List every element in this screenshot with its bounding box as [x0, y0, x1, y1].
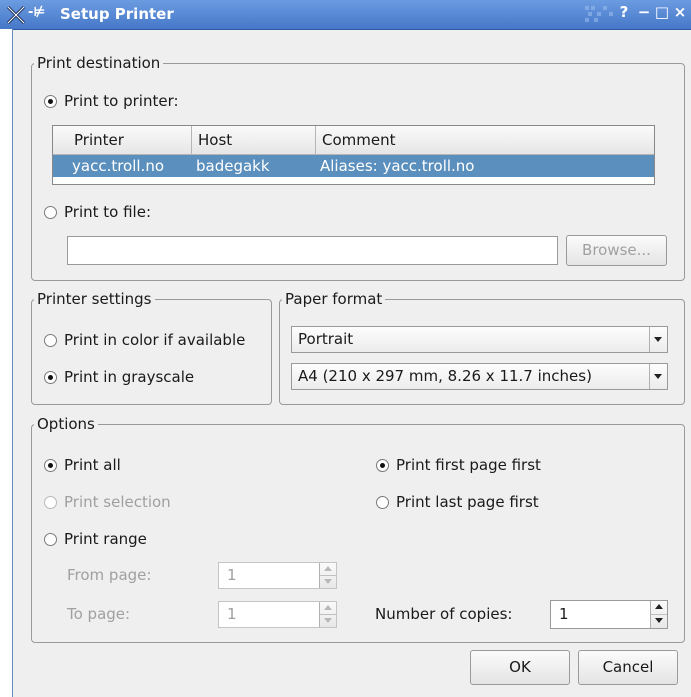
host-cell: badegakk — [196, 157, 270, 175]
print-range-option[interactable]: Print range — [44, 530, 147, 548]
print-grayscale-radio[interactable] — [44, 370, 57, 384]
maximize-button[interactable]: □ — [653, 3, 671, 21]
copies-value[interactable]: 1 — [559, 601, 569, 628]
comment-cell: Aliases: yacc.troll.no — [320, 157, 475, 175]
window-title: Setup Printer — [60, 5, 174, 23]
printer-table-header: Printer Host Comment — [53, 126, 654, 155]
print-range-label: Print range — [64, 530, 147, 548]
close-button[interactable]: × — [671, 3, 689, 21]
print-first-page-first-label: Print first page first — [396, 456, 541, 474]
paper-format-legend: Paper format — [282, 290, 386, 308]
print-to-printer-label: Print to printer: — [64, 92, 179, 110]
print-selection-label: Print selection — [64, 493, 171, 511]
printer-cell: yacc.troll.no — [72, 157, 165, 175]
print-grayscale-label: Print in grayscale — [64, 368, 195, 386]
chevron-down-icon[interactable] — [649, 327, 667, 352]
options-legend: Options — [34, 415, 98, 433]
print-range-radio[interactable] — [44, 532, 57, 546]
browse-button[interactable]: Browse... — [566, 235, 667, 266]
print-all-radio[interactable] — [44, 458, 57, 472]
print-grayscale-option[interactable]: Print in grayscale — [44, 368, 194, 386]
from-page-label: From page: — [67, 566, 152, 584]
print-selection-option: Print selection — [44, 493, 171, 511]
print-all-option[interactable]: Print all — [44, 456, 121, 474]
from-page-value: 1 — [227, 566, 237, 584]
file-path-input[interactable] — [67, 236, 558, 265]
chevron-down-icon — [320, 614, 336, 626]
column-header-comment[interactable]: Comment — [316, 126, 654, 154]
print-color-label: Print in color if available — [64, 331, 246, 349]
cancel-button[interactable]: Cancel — [578, 650, 678, 685]
printer-settings-legend: Printer settings — [34, 290, 155, 308]
print-last-page-first-option[interactable]: Print last page first — [376, 493, 539, 511]
setup-printer-dialog: -⊭ Setup Printer ? − □ × Print destinati… — [0, 0, 691, 697]
print-destination-legend: Print destination — [34, 54, 164, 72]
print-to-file-radio[interactable] — [44, 205, 57, 219]
pin-icon[interactable]: -⊭ — [28, 5, 45, 20]
from-page-stepper: 1 — [218, 562, 337, 589]
paper-size-value: A4 (210 x 297 mm, 8.26 x 11.7 inches) — [298, 367, 592, 385]
print-to-file-option[interactable]: Print to file: — [44, 203, 151, 221]
printer-settings-group: Printer settings — [31, 290, 272, 405]
print-last-page-first-label: Print last page first — [396, 493, 539, 511]
print-color-radio[interactable] — [44, 333, 57, 347]
print-first-page-first-radio[interactable] — [376, 458, 389, 472]
print-all-label: Print all — [64, 456, 121, 474]
titlebar-pattern-icon — [585, 6, 613, 22]
column-header-host[interactable]: Host — [192, 126, 316, 154]
print-first-page-first-option[interactable]: Print first page first — [376, 456, 541, 474]
chevron-down-icon[interactable] — [649, 364, 667, 389]
copies-stepper[interactable]: 1 — [550, 600, 668, 629]
table-row[interactable]: yacc.troll.no badegakk Aliases: yacc.tro… — [53, 155, 654, 177]
copies-label: Number of copies: — [375, 605, 513, 623]
paper-size-select[interactable]: A4 (210 x 297 mm, 8.26 x 11.7 inches) — [291, 363, 668, 390]
window-left-border — [0, 29, 13, 697]
print-to-printer-option[interactable]: Print to printer: — [44, 92, 179, 110]
minimize-button[interactable]: − — [635, 3, 653, 21]
printer-table[interactable]: Printer Host Comment yacc.troll.no badeg… — [52, 125, 655, 185]
to-page-stepper: 1 — [218, 601, 337, 628]
print-color-option[interactable]: Print in color if available — [44, 331, 245, 349]
help-button[interactable]: ? — [615, 3, 633, 21]
to-page-value: 1 — [227, 605, 237, 623]
print-to-printer-radio[interactable] — [44, 94, 57, 108]
chevron-down-icon — [320, 575, 336, 587]
print-to-file-label: Print to file: — [64, 203, 151, 221]
chevron-up-icon[interactable] — [651, 601, 667, 615]
x-window-logo-icon[interactable] — [6, 5, 26, 25]
to-page-label: To page: — [67, 605, 131, 623]
title-bar[interactable]: -⊭ Setup Printer ? − □ × — [0, 0, 691, 30]
ok-button[interactable]: OK — [470, 650, 570, 685]
print-last-page-first-radio[interactable] — [376, 495, 389, 509]
chevron-down-icon[interactable] — [651, 614, 667, 626]
print-selection-radio — [44, 495, 57, 509]
orientation-value: Portrait — [298, 330, 354, 348]
orientation-select[interactable]: Portrait — [291, 326, 668, 353]
column-header-printer[interactable]: Printer — [68, 126, 192, 154]
